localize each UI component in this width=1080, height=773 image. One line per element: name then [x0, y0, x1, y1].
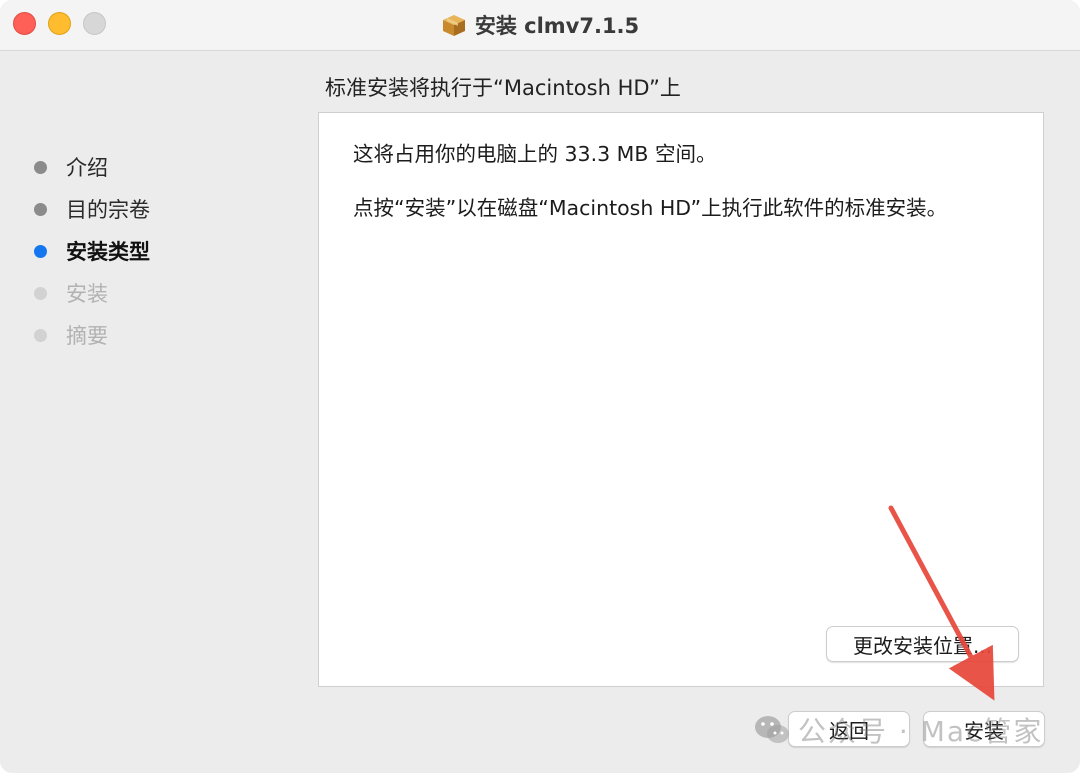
step-label: 安装类型	[66, 240, 150, 264]
step-introduction: 介绍	[34, 146, 150, 188]
installer-window: 安装 clmv7.1.5 标准安装将执行于“Macintosh HD”上 介绍 …	[0, 0, 1080, 773]
step-summary: 摘要	[34, 314, 150, 356]
step-bullet-icon	[34, 160, 47, 174]
step-destination: 目的宗卷	[34, 188, 150, 230]
step-installation-type: 安装类型	[34, 230, 150, 272]
step-install: 安装	[34, 272, 150, 314]
step-label: 介绍	[66, 156, 108, 180]
install-button[interactable]: 安装	[923, 711, 1045, 747]
window-title: 安装 clmv7.1.5	[474, 14, 640, 38]
title-bar: 安装 clmv7.1.5	[0, 0, 1080, 51]
change-install-location-button[interactable]: 更改安装位置...	[826, 626, 1019, 662]
window-title-group: 安装 clmv7.1.5	[0, 0, 1080, 50]
install-instruction-text: 点按“安装”以在磁盘“Macintosh HD”上执行此软件的标准安装。	[353, 196, 948, 220]
package-box-icon	[442, 15, 465, 36]
step-bullet-icon	[34, 286, 47, 300]
pane-subtitle: 标准安装将执行于“Macintosh HD”上	[325, 76, 681, 100]
step-label: 目的宗卷	[66, 198, 150, 222]
step-bullet-icon	[34, 202, 47, 216]
step-label: 安装	[66, 282, 108, 306]
wechat-icon	[755, 716, 789, 743]
step-bullet-icon	[34, 328, 47, 342]
installer-steps-sidebar: 介绍 目的宗卷 安装类型 安装 摘要	[34, 146, 150, 356]
back-button[interactable]: 返回	[788, 711, 910, 747]
step-bullet-icon	[34, 244, 47, 258]
step-label: 摘要	[66, 324, 108, 348]
content-panel: 这将占用你的电脑上的 33.3 MB 空间。 点按“安装”以在磁盘“Macint…	[318, 112, 1044, 687]
disk-space-text: 这将占用你的电脑上的 33.3 MB 空间。	[353, 142, 717, 166]
